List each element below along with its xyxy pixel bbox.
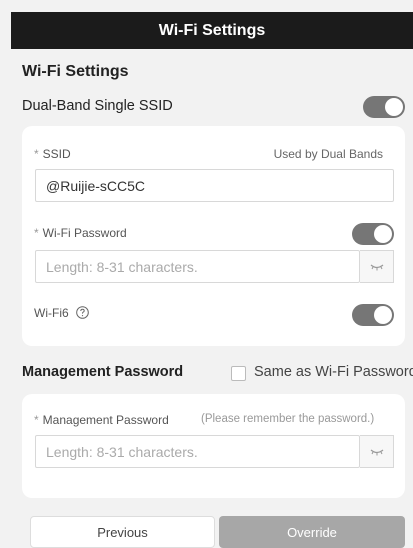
wifi6-label-row: Wi-Fi6 xyxy=(34,306,89,320)
question-circle-icon[interactable] xyxy=(76,306,89,319)
eye-closed-icon xyxy=(370,449,383,455)
dual-band-toggle[interactable] xyxy=(363,96,405,118)
previous-button[interactable]: Previous xyxy=(30,516,215,548)
wifi-password-label: * Wi-Fi Password xyxy=(34,226,127,240)
wifi6-label: Wi-Fi6 xyxy=(34,306,69,320)
toggle-knob xyxy=(374,306,392,324)
header-title: Wi-Fi Settings xyxy=(158,21,266,39)
wifi-password-input[interactable]: Length: 8-31 characters. xyxy=(35,250,360,283)
management-password-placeholder: Length: 8-31 characters. xyxy=(46,443,198,460)
page-header: Wi-Fi Settings xyxy=(11,12,413,49)
same-as-wifi-checkbox[interactable] xyxy=(231,366,246,381)
management-password-visibility-button[interactable] xyxy=(360,435,394,468)
ssid-label: * SSID xyxy=(34,147,71,161)
ssid-value: @Ruijie-sCC5C xyxy=(46,177,146,194)
dual-band-label: Dual-Band Single SSID xyxy=(22,98,173,114)
override-button[interactable]: Override xyxy=(219,516,405,548)
management-password-hint: (Please remember the password.) xyxy=(201,413,375,425)
wifi-password-visibility-button[interactable] xyxy=(360,250,394,283)
wifi-section-title: Wi-Fi Settings xyxy=(22,63,129,80)
management-card: * Management Password (Please remember th… xyxy=(22,394,405,498)
management-password-title: Management Password xyxy=(22,364,184,380)
eye-closed-icon xyxy=(370,264,383,270)
same-as-wifi-label[interactable]: Same as Wi-Fi Password xyxy=(254,364,413,380)
management-password-label: * Management Password xyxy=(34,413,169,427)
wifi-password-placeholder: Length: 8-31 characters. xyxy=(46,258,198,275)
management-password-input[interactable]: Length: 8-31 characters. xyxy=(35,435,360,468)
wifi-card: * SSID Used by Dual Bands @Ruijie-sCC5C *… xyxy=(22,126,405,346)
ssid-hint: Used by Dual Bands xyxy=(273,147,383,161)
wifi6-toggle[interactable] xyxy=(352,304,394,326)
ssid-input[interactable]: @Ruijie-sCC5C xyxy=(35,169,394,202)
toggle-knob xyxy=(374,225,392,243)
toggle-knob xyxy=(385,98,403,116)
wifi-password-toggle[interactable] xyxy=(352,223,394,245)
